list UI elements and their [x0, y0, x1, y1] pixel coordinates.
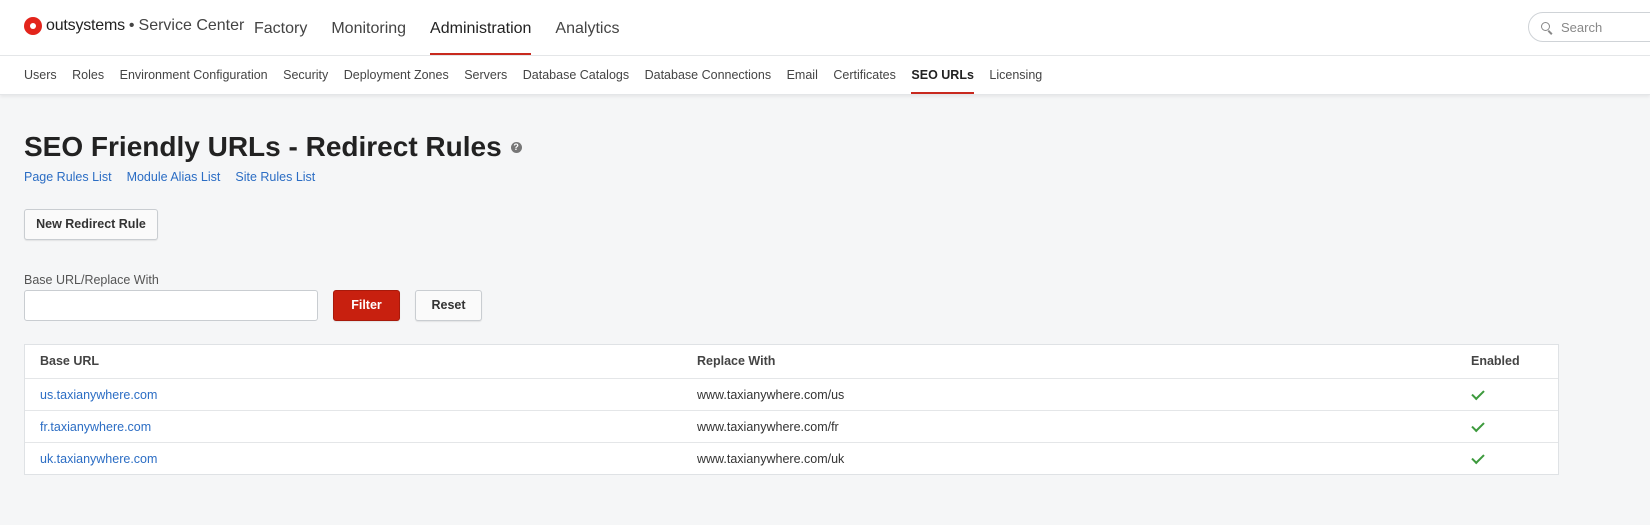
- main-nav-monitoring[interactable]: Monitoring: [331, 0, 406, 55]
- logo[interactable]: outsystems • Service Center: [24, 17, 244, 35]
- page-title: SEO Friendly URLs - Redirect Rules: [24, 131, 502, 162]
- search-box[interactable]: [1528, 12, 1650, 42]
- check-icon: [1471, 418, 1485, 433]
- brand-separator: •: [128, 17, 135, 34]
- subnav-servers[interactable]: Servers: [464, 56, 507, 94]
- subnav-environment-configuration[interactable]: Environment Configuration: [120, 56, 268, 94]
- subnav-email[interactable]: Email: [787, 56, 818, 94]
- subnav-database-connections[interactable]: Database Connections: [645, 56, 771, 94]
- subnav-certificates[interactable]: Certificates: [833, 56, 896, 94]
- column-header-enabled[interactable]: Enabled: [1471, 345, 1520, 377]
- brand-name: outsystems: [46, 17, 125, 34]
- page-rules-list-link[interactable]: Page Rules List: [24, 170, 112, 184]
- new-redirect-rule-button[interactable]: New Redirect Rule: [24, 209, 158, 240]
- subnav-licensing[interactable]: Licensing: [989, 56, 1042, 94]
- replace-with-value: www.taxianywhere.com/uk: [697, 452, 845, 466]
- site-rules-list-link[interactable]: Site Rules List: [235, 170, 315, 184]
- base-url-filter-input[interactable]: [24, 290, 318, 321]
- outsystems-logo-icon: [24, 17, 42, 35]
- main-nav-administration[interactable]: Administration: [430, 0, 532, 55]
- filter-button[interactable]: Filter: [333, 290, 400, 321]
- rule-list-links: Page Rules List Module Alias List Site R…: [24, 170, 330, 184]
- sub-nav: Users Roles Environment Configuration Se…: [24, 56, 1058, 94]
- search-icon: [1541, 22, 1551, 32]
- column-header-replace-with[interactable]: Replace With: [697, 345, 775, 377]
- sub-nav-bar: Users Roles Environment Configuration Se…: [0, 56, 1650, 95]
- table-row: uk.taxianywhere.com www.taxianywhere.com…: [25, 442, 1558, 474]
- base-url-link[interactable]: uk.taxianywhere.com: [40, 443, 157, 475]
- replace-with-value: www.taxianywhere.com/us: [697, 388, 845, 402]
- top-bar: outsystems • Service Center Factory Moni…: [0, 0, 1650, 56]
- subnav-database-catalogs[interactable]: Database Catalogs: [523, 56, 629, 94]
- redirect-rules-table: Base URL Replace With Enabled us.taxiany…: [24, 344, 1559, 475]
- check-icon: [1471, 386, 1485, 401]
- reset-button[interactable]: Reset: [415, 290, 482, 321]
- subnav-security[interactable]: Security: [283, 56, 328, 94]
- replace-with-value: www.taxianywhere.com/fr: [697, 420, 839, 434]
- product-name: Service Center: [138, 17, 245, 34]
- check-icon: [1471, 450, 1485, 465]
- main-nav: Factory Monitoring Administration Analyt…: [254, 0, 643, 55]
- base-url-link[interactable]: fr.taxianywhere.com: [40, 411, 151, 443]
- filter-label: Base URL/Replace With: [24, 273, 159, 287]
- table-header-row: Base URL Replace With Enabled: [25, 345, 1558, 378]
- main-nav-factory[interactable]: Factory: [254, 0, 307, 55]
- main-nav-analytics[interactable]: Analytics: [555, 0, 619, 55]
- search-input[interactable]: [1559, 18, 1643, 36]
- subnav-deployment-zones[interactable]: Deployment Zones: [344, 56, 449, 94]
- help-icon[interactable]: ?: [510, 141, 522, 153]
- table-row: fr.taxianywhere.com www.taxianywhere.com…: [25, 410, 1558, 442]
- table-row: us.taxianywhere.com www.taxianywhere.com…: [25, 378, 1558, 410]
- subnav-users[interactable]: Users: [24, 56, 57, 94]
- page-title-wrap: SEO Friendly URLs - Redirect Rules ?: [24, 131, 522, 163]
- column-header-base-url[interactable]: Base URL: [40, 345, 99, 377]
- subnav-roles[interactable]: Roles: [72, 56, 104, 94]
- module-alias-list-link[interactable]: Module Alias List: [127, 170, 221, 184]
- base-url-link[interactable]: us.taxianywhere.com: [40, 379, 157, 411]
- subnav-seo-urls[interactable]: SEO URLs: [911, 56, 974, 94]
